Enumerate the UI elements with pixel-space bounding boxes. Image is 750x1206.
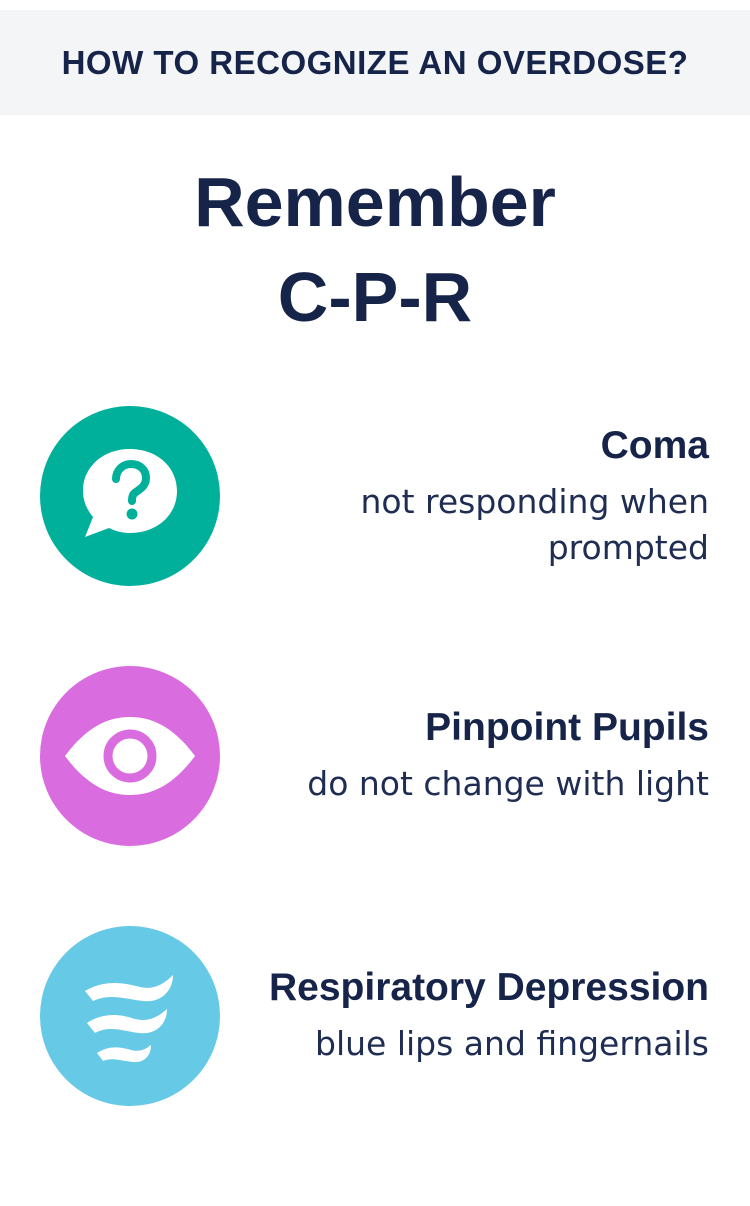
pupils-icon-circle bbox=[40, 666, 220, 846]
respiratory-icon-circle bbox=[40, 926, 220, 1106]
pupils-description: do not change with light bbox=[307, 763, 709, 803]
symptom-item-coma: Coma not responding when prompted bbox=[0, 406, 750, 586]
symptom-item-respiratory-depression: Respiratory Depression blue lips and fin… bbox=[0, 926, 750, 1106]
coma-text: Coma not responding when prompted bbox=[239, 424, 709, 571]
headline-line1: Remember bbox=[194, 163, 556, 241]
coma-title: Coma bbox=[600, 424, 709, 467]
coma-icon-circle bbox=[40, 406, 220, 586]
wind-icon bbox=[85, 975, 173, 1063]
question-bubble-icon bbox=[83, 449, 177, 537]
eye-icon bbox=[65, 717, 195, 795]
headline-line2: C-P-R bbox=[277, 258, 473, 336]
symptom-item-pinpoint-pupils: Pinpoint Pupils do not change with light bbox=[0, 666, 750, 846]
header-bar: HOW TO RECOGNIZE AN OVERDOSE? bbox=[0, 10, 750, 115]
respiratory-title: Respiratory Depression bbox=[269, 966, 709, 1009]
coma-description-line2: prompted bbox=[547, 527, 709, 567]
respiratory-description: blue lips and fingernails bbox=[315, 1023, 709, 1063]
respiratory-text: Respiratory Depression blue lips and fin… bbox=[239, 966, 709, 1067]
header-title: HOW TO RECOGNIZE AN OVERDOSE? bbox=[61, 43, 689, 81]
pupils-text: Pinpoint Pupils do not change with light bbox=[239, 706, 709, 807]
pupils-title: Pinpoint Pupils bbox=[425, 706, 709, 749]
coma-description-line1: not responding when bbox=[360, 481, 709, 521]
coma-description: not responding when prompted bbox=[239, 479, 709, 571]
